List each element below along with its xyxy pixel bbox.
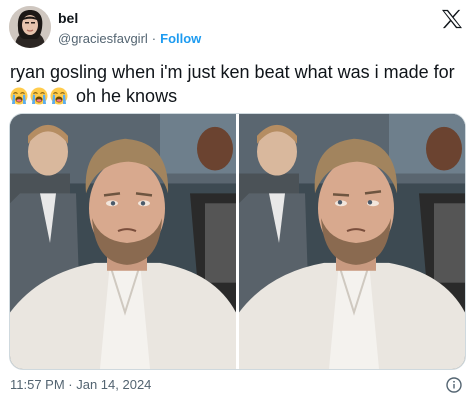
- tweet-text: ryan gosling when i'm just ken beat what…: [10, 60, 466, 108]
- media-grid[interactable]: [9, 113, 466, 370]
- user-handle[interactable]: @graciesfavgirl: [58, 31, 148, 46]
- info-icon[interactable]: [446, 377, 462, 393]
- loudly-crying-face-icon: [10, 87, 28, 105]
- separator-dot: ·: [151, 31, 157, 46]
- media-image-left[interactable]: [10, 114, 236, 369]
- follow-button[interactable]: Follow: [160, 31, 201, 46]
- tweet-text-line2: oh he knows: [76, 86, 178, 106]
- handle-row: @graciesfavgirl · Follow: [58, 31, 201, 46]
- loudly-crying-face-icon: [30, 87, 48, 105]
- tweet-timestamp[interactable]: 11:57 PM · Jan 14, 2024: [10, 377, 151, 392]
- avatar[interactable]: [9, 6, 51, 48]
- display-name[interactable]: bel: [58, 10, 78, 26]
- loudly-crying-face-icon: [50, 87, 68, 105]
- media-image-right[interactable]: [239, 114, 465, 369]
- tweet-card: bel @graciesfavgirl · Follow ryan gosling …: [0, 0, 474, 407]
- tweet-text-line1: ryan gosling when i'm just ken beat what…: [10, 62, 455, 82]
- x-logo-icon[interactable]: [441, 9, 463, 29]
- tweet-text-line2-row: oh he knows: [10, 84, 466, 108]
